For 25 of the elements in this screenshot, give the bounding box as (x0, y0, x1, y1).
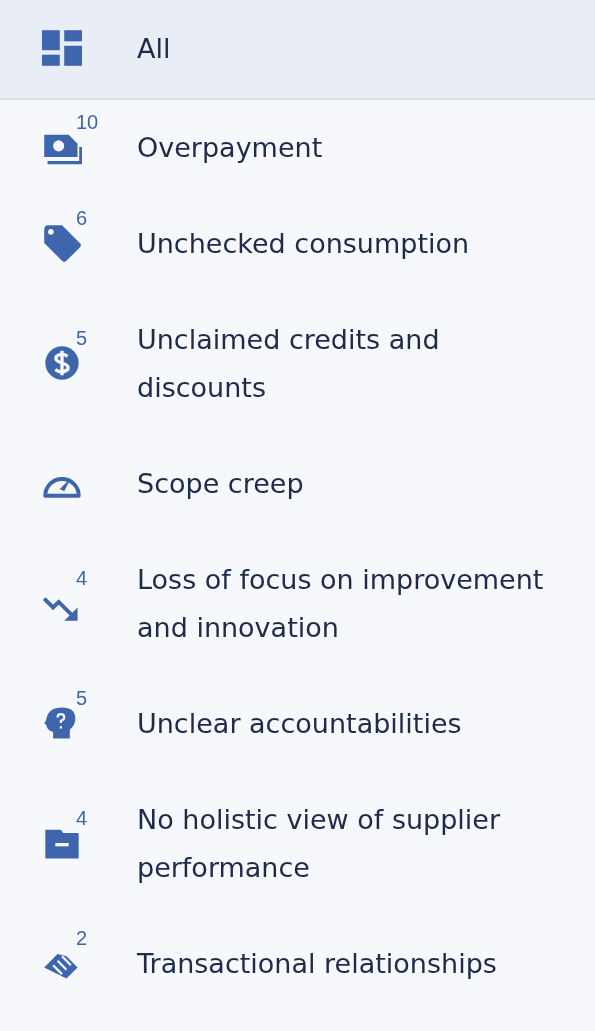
category-item[interactable]: 5 Unclaimed credits and discounts (0, 292, 595, 436)
category-label: Transactional relationships (137, 947, 498, 981)
category-item[interactable]: Scope creep (0, 436, 595, 532)
category-label: Overpayment (137, 131, 324, 165)
category-item[interactable]: 5 Unclear accountabilities (0, 676, 595, 772)
category-item[interactable]: All (0, 0, 595, 100)
category-label: Unclear accountabilities (137, 707, 463, 741)
category-item[interactable]: 4 Loss of focus on improvement and innovation (0, 532, 595, 676)
count-label: 5 (76, 686, 88, 710)
category-item[interactable]: 6 Unchecked consumption (0, 196, 595, 292)
count-label: 10 (76, 110, 99, 134)
count-label: 5 (76, 326, 88, 350)
category-label: Scope creep (137, 467, 305, 501)
category-label: Loss of focus on improvement and innovation (137, 563, 545, 645)
count-label: 2 (76, 926, 88, 950)
category-label: Unchecked consumption (137, 227, 471, 261)
category-item[interactable]: 4 No holistic view of supplier performance (0, 772, 595, 916)
count-label: 6 (76, 206, 88, 230)
category-label: All (137, 32, 172, 66)
category-item[interactable]: 2 Transactional relationships (0, 916, 595, 1012)
count-label: 4 (76, 566, 88, 590)
count-label: 4 (76, 806, 88, 830)
category-item[interactable]: 10 Overpayment (0, 100, 595, 196)
category-label: Unclaimed credits and discounts (137, 323, 441, 405)
category-label: No holistic view of supplier performance (137, 803, 502, 885)
